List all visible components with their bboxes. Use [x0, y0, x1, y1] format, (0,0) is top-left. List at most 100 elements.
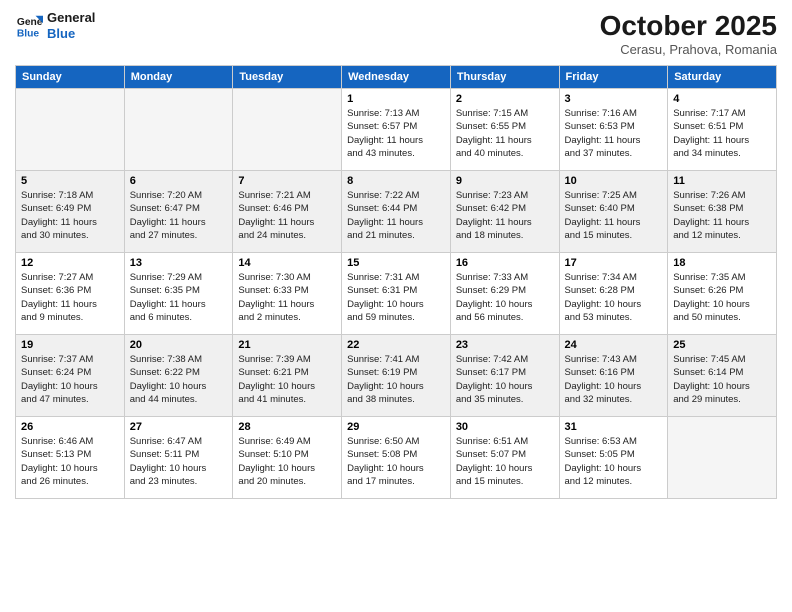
- day-info: Sunrise: 7:45 AM Sunset: 6:14 PM Dayligh…: [673, 353, 771, 406]
- calendar-cell: [16, 89, 125, 171]
- calendar-week-row: 5 Sunrise: 7:18 AM Sunset: 6:49 PM Daylig…: [16, 171, 777, 253]
- day-number: 18: [673, 257, 771, 269]
- calendar-cell: 25 Sunrise: 7:45 AM Sunset: 6:14 PM Dayli…: [668, 335, 777, 417]
- calendar-cell: [124, 89, 233, 171]
- day-number: 13: [130, 257, 228, 269]
- calendar-cell: 19 Sunrise: 7:37 AM Sunset: 6:24 PM Dayli…: [16, 335, 125, 417]
- day-info: Sunrise: 6:47 AM Sunset: 5:11 PM Dayligh…: [130, 435, 228, 488]
- weekday-header-thursday: Thursday: [450, 66, 559, 89]
- day-info: Sunrise: 7:41 AM Sunset: 6:19 PM Dayligh…: [347, 353, 445, 406]
- calendar-cell: 17Sunrise: 7:34 AM Sunset: 6:28 PM Dayli…: [559, 253, 668, 335]
- day-info: Sunrise: 7:31 AM Sunset: 6:31 PM Dayligh…: [347, 271, 445, 324]
- day-number: 19: [21, 339, 119, 351]
- calendar-cell: 15Sunrise: 7:31 AM Sunset: 6:31 PM Dayli…: [342, 253, 451, 335]
- day-number: 20: [130, 339, 228, 351]
- day-number: 30: [456, 421, 554, 433]
- day-number: 5: [21, 175, 119, 187]
- day-number: 1: [347, 93, 445, 105]
- day-info: Sunrise: 6:50 AM Sunset: 5:08 PM Dayligh…: [347, 435, 445, 488]
- calendar-cell: 26Sunrise: 6:46 AM Sunset: 5:13 PM Dayli…: [16, 417, 125, 499]
- calendar-cell: 5 Sunrise: 7:18 AM Sunset: 6:49 PM Daylig…: [16, 171, 125, 253]
- calendar-cell: 6 Sunrise: 7:20 AM Sunset: 6:47 PM Daylig…: [124, 171, 233, 253]
- calendar-cell: 24Sunrise: 7:43 AM Sunset: 6:16 PM Dayli…: [559, 335, 668, 417]
- weekday-header-sunday: Sunday: [16, 66, 125, 89]
- calendar-cell: 20 Sunrise: 7:38 AM Sunset: 6:22 PM Dayli…: [124, 335, 233, 417]
- weekday-header-monday: Monday: [124, 66, 233, 89]
- day-info: Sunrise: 7:34 AM Sunset: 6:28 PM Dayligh…: [565, 271, 663, 324]
- calendar-cell: 7 Sunrise: 7:21 AM Sunset: 6:46 PM Daylig…: [233, 171, 342, 253]
- day-info: Sunrise: 7:29 AM Sunset: 6:35 PM Dayligh…: [130, 271, 228, 324]
- calendar-cell: 2Sunrise: 7:15 AM Sunset: 6:55 PM Daylig…: [450, 89, 559, 171]
- day-number: 9: [456, 175, 554, 187]
- calendar-cell: [668, 417, 777, 499]
- calendar-cell: 13 Sunrise: 7:29 AM Sunset: 6:35 PM Dayli…: [124, 253, 233, 335]
- calendar-cell: 31 Sunrise: 6:53 AM Sunset: 5:05 PM Dayli…: [559, 417, 668, 499]
- day-number: 27: [130, 421, 228, 433]
- calendar-cell: 27 Sunrise: 6:47 AM Sunset: 5:11 PM Dayli…: [124, 417, 233, 499]
- day-info: Sunrise: 7:15 AM Sunset: 6:55 PM Dayligh…: [456, 107, 554, 160]
- title-block: October 2025 Cerasu, Prahova, Romania: [600, 10, 777, 57]
- day-info: Sunrise: 7:38 AM Sunset: 6:22 PM Dayligh…: [130, 353, 228, 406]
- weekday-header-row: SundayMondayTuesdayWednesdayThursdayFrid…: [16, 66, 777, 89]
- day-info: Sunrise: 6:53 AM Sunset: 5:05 PM Dayligh…: [565, 435, 663, 488]
- calendar-cell: 4 Sunrise: 7:17 AM Sunset: 6:51 PM Daylig…: [668, 89, 777, 171]
- day-info: Sunrise: 7:20 AM Sunset: 6:47 PM Dayligh…: [130, 189, 228, 242]
- day-info: Sunrise: 7:37 AM Sunset: 6:24 PM Dayligh…: [21, 353, 119, 406]
- day-number: 6: [130, 175, 228, 187]
- day-number: 7: [238, 175, 336, 187]
- calendar-cell: 16 Sunrise: 7:33 AM Sunset: 6:29 PM Dayli…: [450, 253, 559, 335]
- calendar-cell: 1 Sunrise: 7:13 AM Sunset: 6:57 PM Daylig…: [342, 89, 451, 171]
- calendar-cell: 14Sunrise: 7:30 AM Sunset: 6:33 PM Dayli…: [233, 253, 342, 335]
- calendar-cell: [233, 89, 342, 171]
- page-container: General Blue General Blue October 2025 C…: [0, 0, 792, 612]
- weekday-header-wednesday: Wednesday: [342, 66, 451, 89]
- header: General Blue General Blue October 2025 C…: [15, 10, 777, 57]
- subtitle: Cerasu, Prahova, Romania: [600, 42, 777, 57]
- calendar-cell: 18 Sunrise: 7:35 AM Sunset: 6:26 PM Dayli…: [668, 253, 777, 335]
- calendar-cell: 21Sunrise: 7:39 AM Sunset: 6:21 PM Dayli…: [233, 335, 342, 417]
- day-number: 16: [456, 257, 554, 269]
- logo-icon: General Blue: [15, 12, 43, 40]
- calendar-cell: 30 Sunrise: 6:51 AM Sunset: 5:07 PM Dayli…: [450, 417, 559, 499]
- day-info: Sunrise: 7:17 AM Sunset: 6:51 PM Dayligh…: [673, 107, 771, 160]
- day-info: Sunrise: 7:25 AM Sunset: 6:40 PM Dayligh…: [565, 189, 663, 242]
- day-number: 3: [565, 93, 663, 105]
- day-number: 22: [347, 339, 445, 351]
- day-info: Sunrise: 7:13 AM Sunset: 6:57 PM Dayligh…: [347, 107, 445, 160]
- day-info: Sunrise: 7:27 AM Sunset: 6:36 PM Dayligh…: [21, 271, 119, 324]
- month-title: October 2025: [600, 10, 777, 42]
- day-info: Sunrise: 7:22 AM Sunset: 6:44 PM Dayligh…: [347, 189, 445, 242]
- day-info: Sunrise: 6:51 AM Sunset: 5:07 PM Dayligh…: [456, 435, 554, 488]
- logo: General Blue General Blue: [15, 10, 95, 41]
- day-number: 28: [238, 421, 336, 433]
- day-info: Sunrise: 7:23 AM Sunset: 6:42 PM Dayligh…: [456, 189, 554, 242]
- day-info: Sunrise: 7:18 AM Sunset: 6:49 PM Dayligh…: [21, 189, 119, 242]
- day-number: 21: [238, 339, 336, 351]
- calendar-cell: 28 Sunrise: 6:49 AM Sunset: 5:10 PM Dayli…: [233, 417, 342, 499]
- day-info: Sunrise: 7:21 AM Sunset: 6:46 PM Dayligh…: [238, 189, 336, 242]
- svg-text:Blue: Blue: [17, 28, 40, 39]
- calendar-cell: 3 Sunrise: 7:16 AM Sunset: 6:53 PM Daylig…: [559, 89, 668, 171]
- calendar-cell: 23Sunrise: 7:42 AM Sunset: 6:17 PM Dayli…: [450, 335, 559, 417]
- day-info: Sunrise: 7:16 AM Sunset: 6:53 PM Dayligh…: [565, 107, 663, 160]
- day-number: 29: [347, 421, 445, 433]
- day-info: Sunrise: 7:30 AM Sunset: 6:33 PM Dayligh…: [238, 271, 336, 324]
- calendar-cell: 12Sunrise: 7:27 AM Sunset: 6:36 PM Dayli…: [16, 253, 125, 335]
- calendar-week-row: 12Sunrise: 7:27 AM Sunset: 6:36 PM Dayli…: [16, 253, 777, 335]
- calendar-cell: 10 Sunrise: 7:25 AM Sunset: 6:40 PM Dayli…: [559, 171, 668, 253]
- calendar-week-row: 1 Sunrise: 7:13 AM Sunset: 6:57 PM Daylig…: [16, 89, 777, 171]
- day-number: 31: [565, 421, 663, 433]
- day-info: Sunrise: 7:35 AM Sunset: 6:26 PM Dayligh…: [673, 271, 771, 324]
- weekday-header-tuesday: Tuesday: [233, 66, 342, 89]
- day-number: 4: [673, 93, 771, 105]
- day-number: 23: [456, 339, 554, 351]
- day-info: Sunrise: 6:46 AM Sunset: 5:13 PM Dayligh…: [21, 435, 119, 488]
- day-info: Sunrise: 6:49 AM Sunset: 5:10 PM Dayligh…: [238, 435, 336, 488]
- day-number: 25: [673, 339, 771, 351]
- day-number: 10: [565, 175, 663, 187]
- day-info: Sunrise: 7:43 AM Sunset: 6:16 PM Dayligh…: [565, 353, 663, 406]
- day-info: Sunrise: 7:33 AM Sunset: 6:29 PM Dayligh…: [456, 271, 554, 324]
- day-number: 11: [673, 175, 771, 187]
- calendar-week-row: 19 Sunrise: 7:37 AM Sunset: 6:24 PM Dayli…: [16, 335, 777, 417]
- weekday-header-friday: Friday: [559, 66, 668, 89]
